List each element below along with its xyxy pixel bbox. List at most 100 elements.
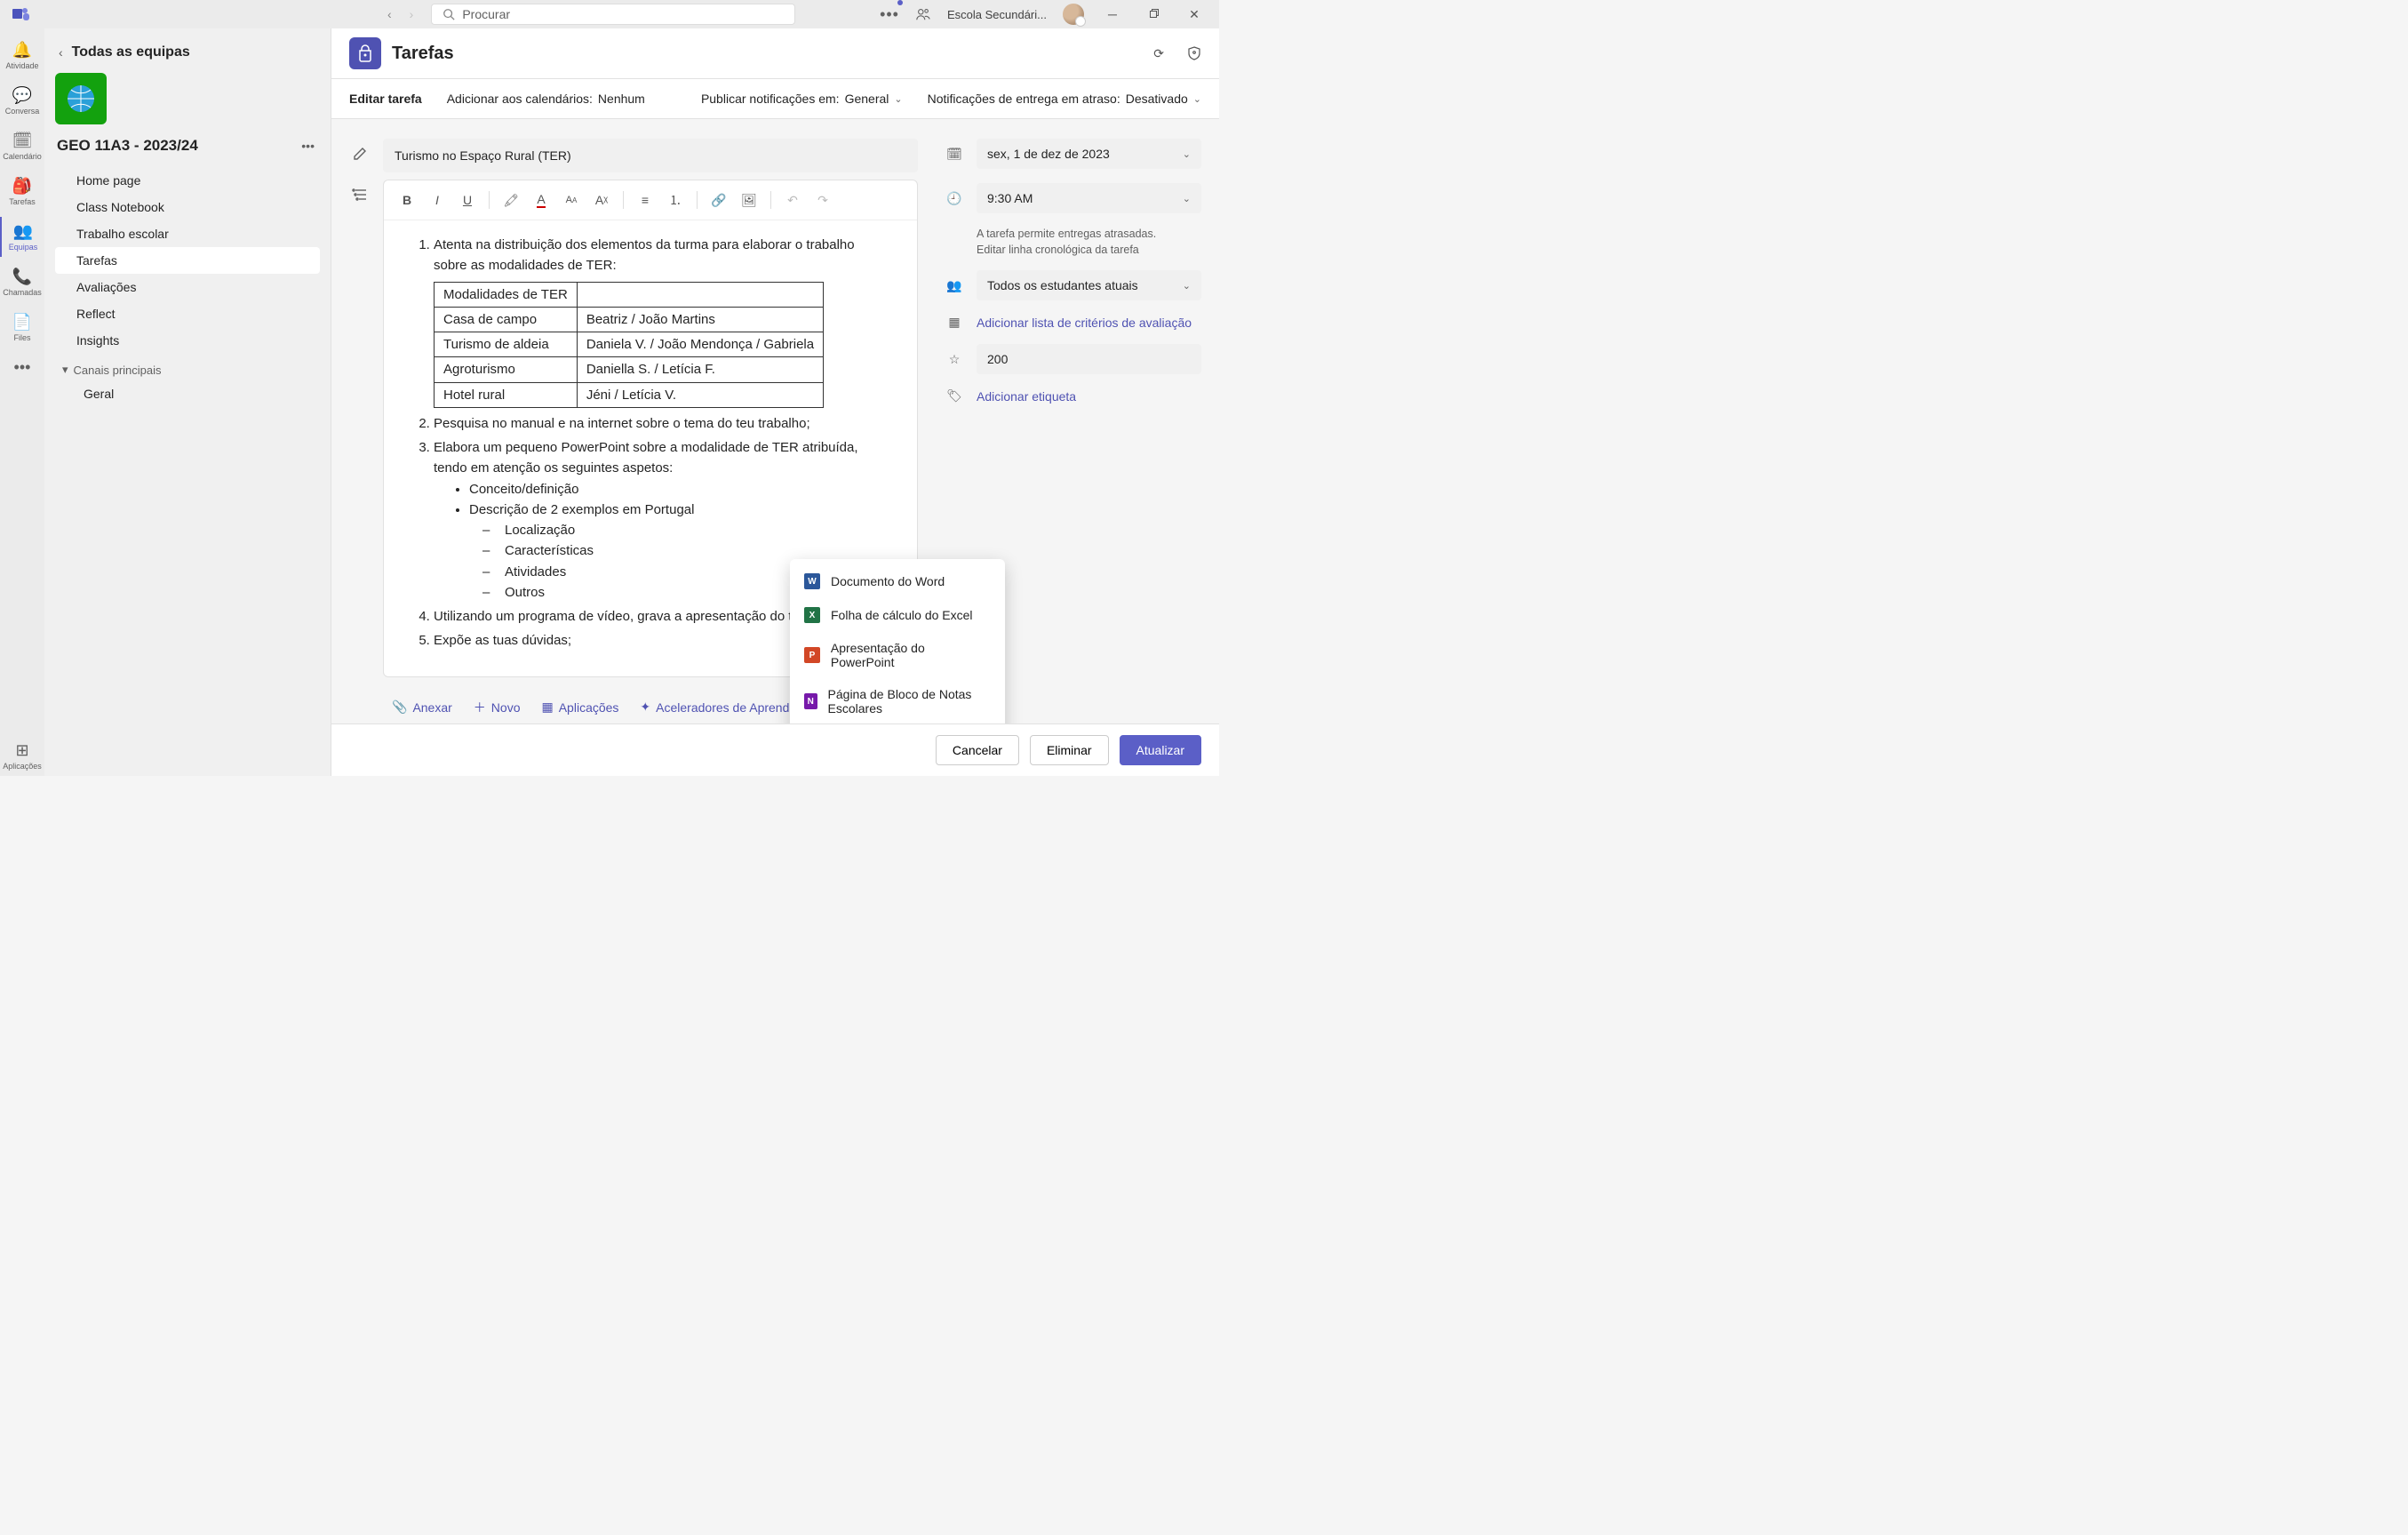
highlight-button[interactable]: 🖍: [498, 188, 523, 212]
underline-button[interactable]: U: [455, 188, 480, 212]
new-word-doc[interactable]: WDocumento do Word: [790, 564, 1005, 598]
chevron-down-icon: ▾: [62, 363, 68, 377]
late-notifications-dropdown[interactable]: Notificações de entrega em atraso: Desat…: [928, 92, 1201, 106]
new-button[interactable]: ＋Novo: [474, 699, 521, 716]
rail-calendar[interactable]: 🗓Calendário: [0, 126, 44, 166]
team-more-icon[interactable]: •••: [301, 139, 315, 153]
channel-home[interactable]: Home page: [55, 167, 320, 194]
powerpoint-icon: P: [804, 647, 820, 663]
refresh-icon[interactable]: ⟳: [1153, 46, 1164, 61]
footer-actions: Cancelar Eliminar Atualizar: [331, 724, 1219, 776]
channel-notebook[interactable]: Class Notebook: [55, 194, 320, 220]
phone-icon: 📞: [12, 268, 32, 286]
add-to-calendar-dropdown[interactable]: Adicionar aos calendários: Nenhum: [447, 92, 645, 106]
redo-button[interactable]: ↷: [810, 188, 835, 212]
team-avatar[interactable]: [55, 73, 107, 124]
rail-files[interactable]: 📄Files: [0, 308, 44, 348]
user-avatar[interactable]: [1063, 4, 1084, 25]
assignment-table: Modalidades de TER Casa de campoBeatriz …: [434, 282, 824, 408]
clear-format-button[interactable]: Aᵡ: [589, 188, 614, 212]
update-button[interactable]: Atualizar: [1120, 735, 1201, 765]
delete-button[interactable]: Eliminar: [1030, 735, 1109, 765]
new-excel-sheet[interactable]: XFolha de cálculo do Excel: [790, 598, 1005, 632]
link-button[interactable]: 🔗: [706, 188, 731, 212]
tag-icon: 🏷: [945, 388, 964, 404]
outline-icon: [349, 180, 371, 203]
app-header: Tarefas ⟳: [331, 28, 1219, 79]
channel-grades[interactable]: Avaliações: [55, 274, 320, 300]
add-tag-link[interactable]: Adicionar etiqueta: [977, 389, 1076, 404]
attach-button[interactable]: 📎Anexar: [392, 699, 452, 716]
bullet-list-button[interactable]: ≡: [633, 188, 658, 212]
cancel-button[interactable]: Cancelar: [936, 735, 1019, 765]
grid-icon: ▦: [541, 700, 553, 715]
file-icon: 📄: [12, 313, 32, 332]
assign-to-dropdown[interactable]: Todos os estudantes atuais⌄: [977, 270, 1201, 300]
add-rubric-link[interactable]: Adicionar lista de critérios de avaliaçã…: [977, 316, 1192, 330]
apps-button[interactable]: ▦Aplicações: [541, 699, 618, 716]
rail-teams[interactable]: 👥Equipas: [0, 217, 44, 257]
assignments-app-icon: [349, 37, 381, 69]
channel-assignments[interactable]: Tarefas: [55, 247, 320, 274]
font-color-button[interactable]: A: [529, 188, 554, 212]
apps-add-icon: ⊞: [15, 741, 28, 760]
org-label: Escola Secundári...: [947, 8, 1047, 21]
window-restore-icon[interactable]: [1141, 2, 1166, 27]
font-size-button[interactable]: AA: [559, 188, 584, 212]
rail-more[interactable]: •••: [0, 353, 44, 382]
rail-activity[interactable]: 🔔Atividade: [0, 36, 44, 76]
back-chevron-icon[interactable]: ‹: [59, 45, 63, 60]
edit-timeline-link[interactable]: Editar linha cronológica da tarefa: [945, 244, 1201, 256]
number-list-button[interactable]: ⒈: [663, 188, 688, 212]
channel-general[interactable]: Geral: [55, 380, 320, 407]
window-close-icon[interactable]: ✕: [1182, 2, 1207, 27]
shield-icon[interactable]: [1187, 46, 1201, 60]
image-button[interactable]: 🖼: [737, 188, 761, 212]
all-teams-link[interactable]: Todas as equipas: [72, 44, 190, 60]
publish-channel-dropdown[interactable]: Publicar notificações em: General ⌄: [701, 92, 903, 106]
more-menu-icon[interactable]: •••: [880, 5, 899, 24]
rail-apps[interactable]: ⊞Aplicações: [0, 736, 44, 776]
main-area: Tarefas ⟳ Editar tarefa Adicionar aos ca…: [331, 28, 1219, 776]
due-time-picker[interactable]: 9:30 AM⌄: [977, 183, 1201, 213]
backpack-icon: 🎒: [12, 177, 32, 196]
assignment-subbar: Editar tarefa Adicionar aos calendários:…: [331, 79, 1219, 119]
people-icon: 👥: [945, 278, 964, 293]
pencil-icon: [349, 139, 371, 162]
global-search-input[interactable]: Procurar: [431, 4, 795, 25]
ellipsis-icon: •••: [14, 358, 31, 377]
clock-icon: 🕘: [945, 191, 964, 206]
undo-button[interactable]: ↶: [780, 188, 805, 212]
new-onenote-page[interactable]: NPágina de Bloco de Notas Escolares: [790, 678, 1005, 724]
points-input[interactable]: 200: [977, 344, 1201, 374]
bold-button[interactable]: B: [395, 188, 419, 212]
teams-icon: 👥: [13, 222, 33, 241]
new-powerpoint[interactable]: PApresentação do PowerPoint: [790, 632, 1005, 678]
channel-reflect[interactable]: Reflect: [55, 300, 320, 327]
search-icon: [443, 8, 455, 20]
chevron-down-icon: ⌄: [894, 93, 902, 105]
app-title: Tarefas: [392, 44, 454, 64]
channel-group-header[interactable]: ▾Canais principais: [55, 354, 320, 380]
channel-insights[interactable]: Insights: [55, 327, 320, 354]
chevron-down-icon: ⌄: [1193, 93, 1201, 105]
due-date-picker[interactable]: sex, 1 de dez de 2023⌄: [977, 139, 1201, 169]
chevron-down-icon: ⌄: [1183, 148, 1191, 160]
chevron-down-icon: ⌄: [1183, 280, 1191, 292]
rail-chat[interactable]: 💬Conversa: [0, 81, 44, 121]
window-minimize-icon[interactable]: ─: [1100, 2, 1125, 27]
rail-calls[interactable]: 📞Chamadas: [0, 262, 44, 302]
team-name: GEO 11A3 - 2023/24: [57, 137, 198, 155]
excel-icon: X: [804, 607, 820, 623]
star-icon: ☆: [945, 352, 964, 367]
assignment-title-input[interactable]: Turismo no Espaço Rural (TER): [383, 139, 918, 172]
nav-forward-icon[interactable]: ›: [410, 7, 414, 21]
italic-button[interactable]: I: [425, 188, 450, 212]
nav-back-icon[interactable]: ‹: [387, 7, 392, 21]
people-navigator-icon[interactable]: [915, 6, 931, 22]
rail-assignments[interactable]: 🎒Tarefas: [0, 172, 44, 212]
word-icon: W: [804, 573, 820, 589]
channel-classwork[interactable]: Trabalho escolar: [55, 220, 320, 247]
calendar-icon: 🗓: [12, 132, 33, 150]
channel-list: Home page Class Notebook Trabalho escola…: [55, 162, 320, 407]
